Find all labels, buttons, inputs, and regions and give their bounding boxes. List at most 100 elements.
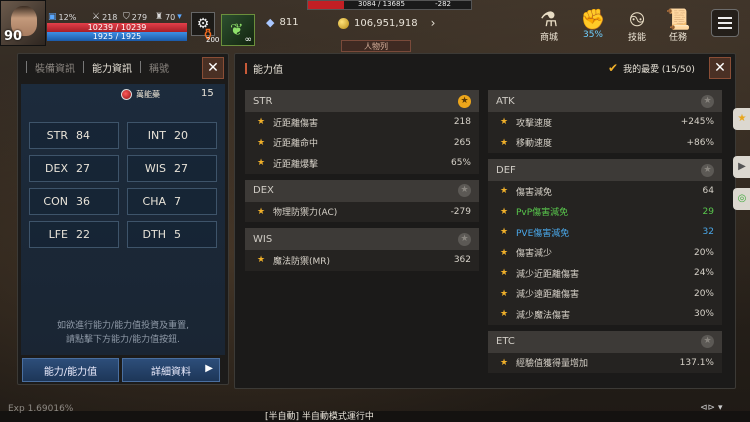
elixir-count: 15 [201,88,214,99]
menu-icon-line [718,22,732,24]
stat-row: ★ PVE傷害減免 32 [488,222,722,243]
auto-mode-message: [半自動] 半自動模式運行中 [265,412,374,422]
stat-row: ★ 傷害減少 20% [488,243,722,264]
star-icon[interactable]: ★ [500,138,516,148]
star-icon[interactable]: ★ [257,255,273,265]
favorites-toggle[interactable]: ✔ 我的最愛 (15/50) [608,61,695,75]
group-wis: WIS ★ ★ 魔法防禦(MR) 362 [245,228,479,271]
mission-progress-button[interactable]: ✊ 35% [576,8,610,40]
star-icon[interactable]: ★ [500,309,516,319]
star-icon[interactable]: ★ [500,358,516,368]
main-menu-button[interactable] [711,9,739,37]
star-icon[interactable]: ★ [257,138,273,148]
favorite-star-icon[interactable]: ★ [701,163,714,177]
stat-value: 30% [693,309,714,320]
close-right-panel-button[interactable]: ✕ [709,57,731,79]
hp-bar: 10239 / 10239 [47,23,187,32]
star-icon[interactable]: ★ [257,117,273,127]
tab-equipment[interactable]: 裝備資訊 [27,60,83,75]
side-swirl-button[interactable]: ◎ [733,188,750,210]
group-str: STR ★ ★ 近距離傷害 218 ★ 近距離命中 265 ★ 近距離爆擊 65% [245,90,479,174]
stat-key: DTH [142,228,166,241]
stat-value: 32 [702,227,714,238]
panel-title: 能力值 [245,61,283,76]
potion-count: 200 [206,36,220,44]
star-icon[interactable]: ★ [500,227,516,237]
stat-value: 7 [174,195,181,208]
bottom-right-controls[interactable]: ⊲⊳ ▾ [700,403,722,413]
shop-button[interactable]: ⚗ 商城 [532,8,566,43]
bottom-status-bar [0,411,750,422]
elixir-icon [121,89,132,100]
quest-button[interactable]: 📜 任務 [661,8,695,43]
favorite-star-icon[interactable]: ★ [701,335,714,348]
ability-button-label: 能力/能力值 [43,366,98,378]
stat-key: DEX [45,162,68,175]
character-list-tab[interactable]: 人物列 [341,40,411,52]
star-icon[interactable]: ★ [257,158,273,168]
stat-value: 29 [702,206,714,217]
star-icon[interactable]: ★ [257,207,273,217]
hint-line-2: 請點擊下方能力/能力值按鈕. [66,335,180,345]
ability-button[interactable]: 能力/能力值 [22,358,119,382]
close-left-panel-button[interactable]: ✕ [202,57,224,79]
top-hud: 90 ▣ 12% ⚔ 218 ⛉ 279 ♜ 70 ▾ 10239 / 1023… [0,0,750,52]
stat-name: 減少遠距離傷害 [516,290,580,301]
stat-row: ★ 近距離命中 265 [245,133,479,154]
star-icon[interactable]: ★ [500,186,516,196]
title-accent [245,63,247,74]
stat-int: INT 20 [127,122,217,149]
stat-row: ★ PvP傷害減免 29 [488,202,722,223]
stat-row: ★ 經驗值獲得量增加 137.1% [488,353,722,374]
star-icon[interactable]: ★ [500,268,516,278]
stat-column-right: ATK ★ ★ 攻擊速度 +245% ★ 移動速度 +86% DEF ★ ★ 傷害減免 64… [488,90,722,379]
armor-icon: ♜ [155,12,164,22]
gold-amount: 106,951,918 [354,17,418,29]
stat-value: 20% [693,288,714,299]
top-progress-fill [308,1,344,9]
favorite-star-icon[interactable]: ★ [458,94,471,108]
detail-button[interactable]: 詳細資料 ▶ [122,358,220,382]
stat-value: 36 [76,195,90,208]
stat-value: 84 [76,129,90,142]
tab-title[interactable]: 稱號 [141,60,177,75]
skills-button[interactable]: ࿊ 技能 [620,8,654,43]
star-icon[interactable]: ★ [500,248,516,258]
ability-values-panel: 能力值 ✔ 我的最愛 (15/50) ✕ STR ★ ★ 近距離傷害 218 ★ 近距… [234,53,736,389]
helmet-icon: ⛉ [123,12,130,22]
side-expand-button[interactable]: ▶ [733,156,750,178]
hud-stat-d: ♜ 70 ▾ [155,12,182,22]
hud-stat-d-value: 70 [165,12,176,22]
hud-stat-a-value: 12% [58,12,77,22]
stat-value: 27 [174,162,188,175]
stat-row: ★ 移動速度 +86% [488,133,722,154]
mission-progress-label: 35% [582,30,603,40]
favorite-star-icon[interactable]: ★ [701,94,714,108]
group-name: STR [253,95,273,107]
shop-icon: ⚗ [540,7,558,31]
side-favorite-button[interactable]: ★ [733,108,750,130]
gem-currency: ◆ 811 [266,16,299,29]
star-icon[interactable]: ★ [500,117,516,127]
star-icon[interactable]: ★ [500,207,516,217]
buff-slot[interactable]: ❦ ∞ [221,14,255,46]
checkmark-icon: ✔ [608,61,619,75]
stat-value: 27 [76,162,90,175]
stat-cha: CHA 7 [127,188,217,215]
star-icon[interactable]: ★ [500,289,516,299]
character-info-panel: 裝備資訊 能力資訊 稱號 ✕ 萬能藥 15 STR 84 INT 20 DEX 27 … [17,53,229,385]
favorite-star-icon[interactable]: ★ [458,232,471,246]
stat-lfe: LFE 22 [29,221,119,248]
chevron-right-icon[interactable]: › [431,16,436,30]
tab-ability[interactable]: 能力資訊 [84,60,140,75]
top-progress-text: 3084 / 13685 [358,0,405,8]
stat-name: 攻擊速度 [516,118,553,129]
play-arrow-icon: ▶ [738,161,746,172]
character-portrait[interactable]: 90 [0,0,46,46]
group-header: WIS ★ [245,228,479,250]
favorite-star-icon[interactable]: ★ [458,184,471,197]
group-header: DEX ★ [245,179,479,202]
group-dex: DEX ★ ★ 物理防禦力(AC) -279 [245,179,479,222]
stat-key: CON [43,195,68,208]
group-name: DEF [496,164,516,176]
